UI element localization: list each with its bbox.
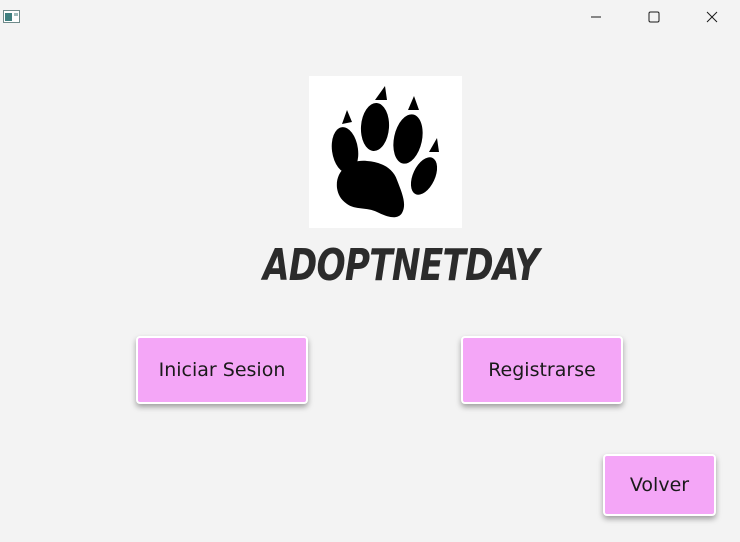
paw-print-icon — [331, 86, 439, 218]
login-button[interactable]: Iniciar Sesion — [136, 336, 308, 404]
app-window: ADOPTNETDAY Iniciar Sesion Registrarse V… — [0, 0, 740, 542]
close-button[interactable] — [683, 0, 740, 34]
maximize-button[interactable] — [625, 0, 683, 34]
register-button[interactable]: Registrarse — [461, 336, 623, 404]
back-button[interactable]: Volver — [603, 454, 716, 516]
close-icon — [706, 11, 718, 23]
logo-image — [309, 76, 462, 228]
java-window-icon — [3, 10, 20, 23]
title-bar[interactable] — [0, 0, 740, 34]
app-title: ADOPTNETDAY — [263, 240, 540, 291]
maximize-icon — [648, 11, 660, 23]
minimize-button[interactable] — [567, 0, 625, 34]
minimize-icon — [591, 16, 601, 18]
